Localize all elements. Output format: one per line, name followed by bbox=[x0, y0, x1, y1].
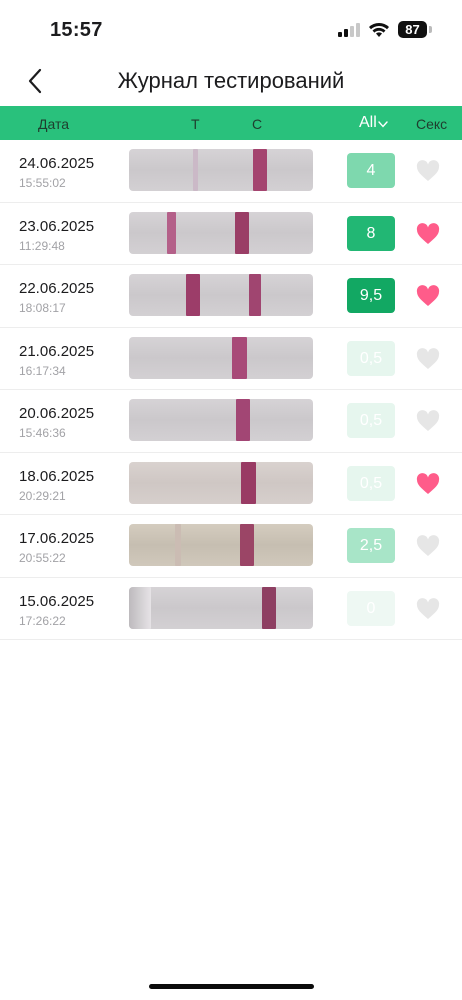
test-strip-image bbox=[129, 336, 313, 379]
row-time: 17:26:22 bbox=[19, 613, 66, 628]
cellular-signal-icon bbox=[338, 23, 360, 37]
heart-icon[interactable] bbox=[416, 535, 440, 557]
row-time: 11:29:48 bbox=[19, 238, 65, 253]
heart-icon[interactable] bbox=[416, 285, 440, 307]
score-badge: 4 bbox=[347, 153, 395, 188]
row-date: 21.06.2025 bbox=[19, 342, 95, 360]
score-badge: 0,5 bbox=[347, 465, 395, 501]
row-time: 15:55:02 bbox=[19, 176, 66, 190]
row-time: 18:08:17 bbox=[19, 301, 66, 315]
score-badge: 0,5 bbox=[347, 403, 395, 438]
home-indicator bbox=[149, 984, 314, 989]
status-bar: 15:57 87 bbox=[0, 0, 462, 60]
heart-icon[interactable] bbox=[416, 222, 440, 245]
test-row[interactable]: 24.06.2025 15:55:02 4 bbox=[0, 140, 462, 203]
score-badge: 9,5 bbox=[347, 278, 395, 313]
row-date: 15.06.2025 bbox=[19, 592, 95, 610]
test-row[interactable]: 23.06.2025 11:29:48 8 bbox=[0, 203, 462, 265]
row-time: 16:17:34 bbox=[19, 363, 66, 378]
test-strip-image bbox=[129, 274, 313, 316]
column-header-date: Дата bbox=[38, 116, 70, 132]
test-row[interactable]: 22.06.2025 18:08:17 9,5 bbox=[0, 265, 462, 328]
test-strip-image bbox=[129, 586, 313, 629]
test-strip-image bbox=[129, 399, 313, 441]
row-date: 23.06.2025 bbox=[19, 217, 95, 235]
battery-tip bbox=[429, 26, 432, 33]
score-badge: 2,5 bbox=[347, 528, 395, 563]
battery-indicator: 87 bbox=[398, 21, 427, 38]
test-row[interactable]: 20.06.2025 15:46:36 0,5 bbox=[0, 390, 462, 453]
row-date: 17.06.2025 bbox=[19, 530, 95, 547]
status-time: 15:57 bbox=[50, 19, 103, 41]
column-header-sex: Секс bbox=[416, 116, 448, 132]
score-badge: 8 bbox=[347, 215, 395, 251]
heart-icon[interactable] bbox=[416, 597, 440, 620]
page-title: Журнал тестирований bbox=[117, 68, 345, 93]
chevron-down-icon[interactable] bbox=[378, 121, 388, 128]
row-date: 24.06.2025 bbox=[19, 155, 95, 172]
test-strip-image bbox=[129, 211, 313, 254]
wifi-icon bbox=[369, 23, 389, 37]
test-strip-image bbox=[129, 149, 313, 191]
test-row[interactable]: 15.06.2025 17:26:22 0 bbox=[0, 578, 462, 640]
row-date: 22.06.2025 bbox=[19, 280, 95, 297]
heart-icon[interactable] bbox=[416, 472, 440, 495]
heart-icon[interactable] bbox=[416, 160, 440, 182]
filter-all-button[interactable]: All bbox=[359, 114, 377, 132]
column-header-t: Т bbox=[191, 116, 200, 132]
row-time: 20:55:22 bbox=[19, 551, 66, 565]
heart-icon[interactable] bbox=[416, 347, 440, 370]
row-date: 20.06.2025 bbox=[19, 405, 95, 422]
test-row[interactable]: 21.06.2025 16:17:34 0,5 bbox=[0, 328, 462, 390]
table-header: Дата Т С All Секс bbox=[0, 106, 462, 140]
row-time: 20:29:21 bbox=[19, 488, 66, 503]
row-time: 15:46:36 bbox=[19, 426, 66, 440]
test-row[interactable]: 18.06.2025 20:29:21 0,5 bbox=[0, 453, 462, 515]
column-header-c: С bbox=[252, 116, 263, 132]
test-row[interactable]: 17.06.2025 20:55:22 2,5 bbox=[0, 515, 462, 578]
heart-icon[interactable] bbox=[416, 410, 440, 432]
score-badge: 0,5 bbox=[347, 340, 395, 376]
score-badge: 0 bbox=[347, 590, 395, 626]
test-list: 24.06.2025 15:55:02 4 23.06.2025 11:29:4… bbox=[0, 140, 462, 640]
test-strip-image bbox=[129, 524, 313, 566]
test-strip-image bbox=[129, 461, 313, 504]
row-date: 18.06.2025 bbox=[19, 467, 95, 485]
